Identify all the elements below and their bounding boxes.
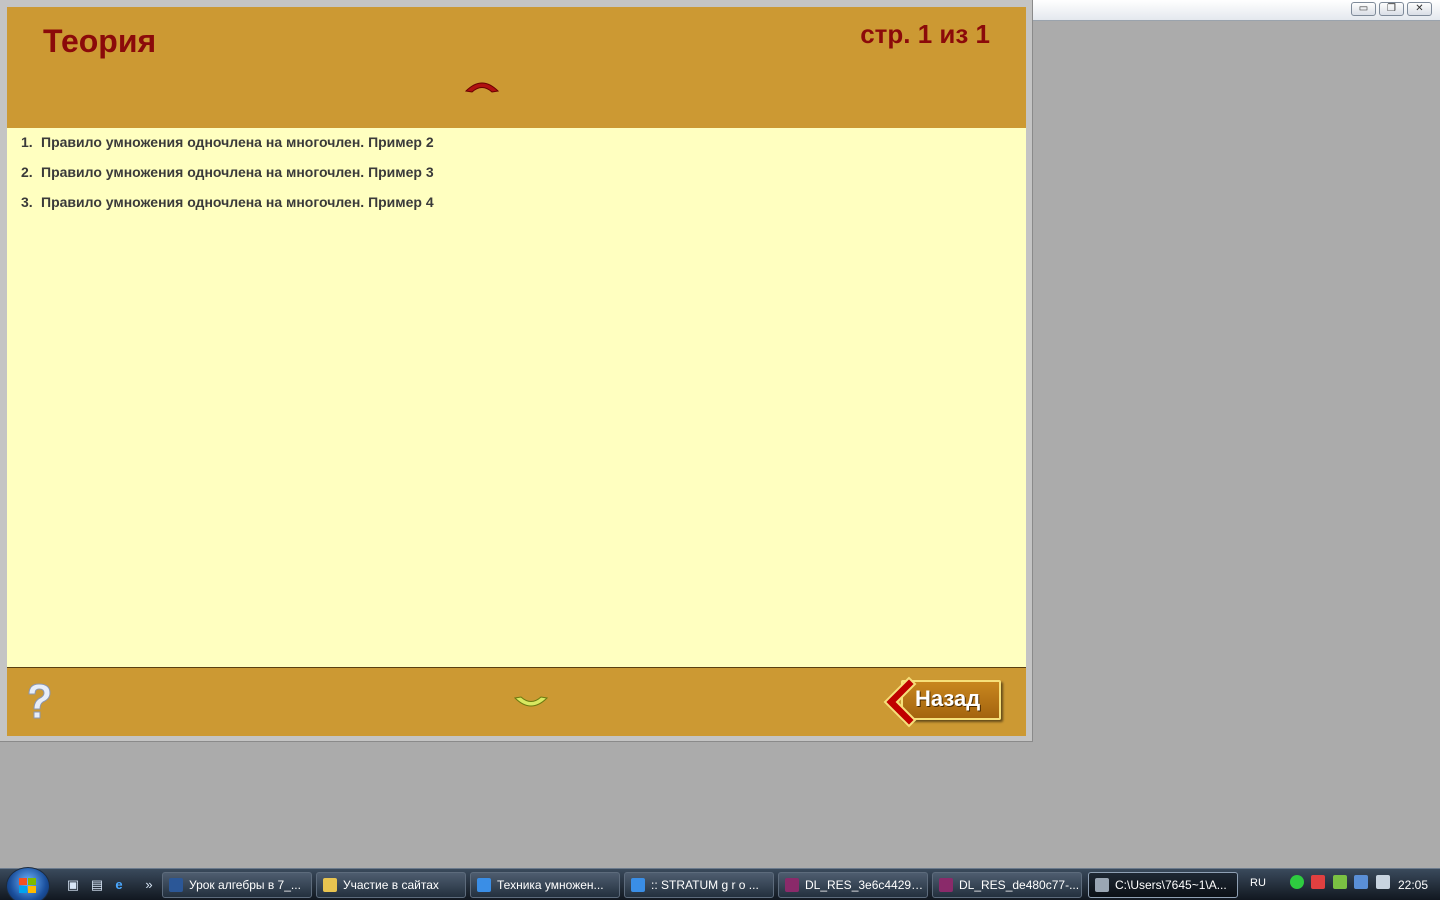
list-item[interactable]: 2. Правило умножения одночлена на многочл… — [21, 164, 434, 194]
back-button[interactable]: Назад — [879, 676, 1007, 728]
taskbar-button-ie-2[interactable]: :: STRATUM g r o ... — [624, 872, 774, 898]
tray-update-icon[interactable] — [1332, 875, 1347, 889]
theory-list: 1. Правило умножения одночлена на многочл… — [21, 134, 434, 224]
word-icon — [169, 878, 183, 892]
maximize-button[interactable]: ❐ — [1379, 2, 1404, 16]
app-icon — [1095, 878, 1109, 892]
scroll-down-icon[interactable] — [513, 694, 549, 712]
taskbar-button-winrar-1[interactable]: DL_RES_3e6c4429-8... — [778, 872, 928, 898]
taskbar: ▣ ▤ e » Урок алгебры в 7_... Участие в с… — [0, 867, 1440, 900]
winrar-icon — [785, 878, 799, 892]
ie-icon[interactable]: e — [110, 877, 128, 893]
tray-monitor-icon[interactable] — [1354, 875, 1369, 889]
back-button-label: Назад — [915, 686, 981, 711]
ie-icon — [631, 878, 645, 892]
header-panel: Теория стр. 1 из 1 — [7, 7, 1026, 128]
language-indicator[interactable]: RU — [1250, 877, 1266, 889]
switch-windows-icon[interactable]: ▤ — [88, 877, 106, 893]
content-area: 1. Правило умножения одночлена на многочл… — [7, 128, 1026, 667]
scroll-up-icon[interactable] — [464, 77, 500, 95]
page-title: Теория — [43, 23, 157, 59]
show-desktop-icon[interactable]: ▣ — [64, 877, 82, 893]
folder-icon — [323, 878, 337, 892]
taskbar-button-ie-1[interactable]: Техника умножен... — [470, 872, 620, 898]
taskbar-button-word[interactable]: Урок алгебры в 7_... — [162, 872, 312, 898]
list-item-label: Правило умножения одночлена на многочлен… — [41, 194, 434, 210]
windows-logo-icon — [19, 878, 36, 893]
taskbar-button-app[interactable]: C:\Users\7645~1\A... — [1088, 872, 1238, 898]
tray-status-icon[interactable] — [1290, 875, 1304, 889]
page-counter: стр. 1 из 1 — [860, 19, 990, 49]
clock[interactable]: 22:05 — [1398, 878, 1428, 892]
list-item[interactable]: 3. Правило умножения одночлена на многочл… — [21, 194, 434, 224]
list-item-label: Правило умножения одночлена на многочлен… — [41, 164, 434, 180]
taskbar-button-winrar-2[interactable]: DL_RES_de480c77-... — [932, 872, 1082, 898]
quicklaunch-more-icon[interactable]: » — [140, 877, 158, 893]
question-mark-icon[interactable] — [23, 682, 55, 722]
system-tray — [1290, 875, 1393, 895]
winrar-icon — [939, 878, 953, 892]
close-button[interactable]: ✕ — [1407, 2, 1432, 16]
taskbar-button-folder[interactable]: Участие в сайтах — [316, 872, 466, 898]
ie-icon — [477, 878, 491, 892]
minimize-button[interactable]: ▭ — [1351, 2, 1376, 16]
list-item-label: Правило умножения одночлена на многочлен… — [41, 134, 434, 150]
list-item[interactable]: 1. Правило умножения одночлена на многочл… — [21, 134, 434, 164]
back-arrow-icon — [883, 676, 917, 728]
footer-panel: Назад — [7, 667, 1026, 736]
start-button[interactable] — [6, 867, 50, 900]
tray-network-icon[interactable] — [1311, 875, 1326, 889]
app-window: Теория стр. 1 из 1 1. Правило умножения о… — [0, 0, 1033, 742]
window-controls-strip: ▭ ❐ ✕ — [1033, 0, 1440, 21]
tray-volume-icon[interactable] — [1375, 875, 1390, 889]
